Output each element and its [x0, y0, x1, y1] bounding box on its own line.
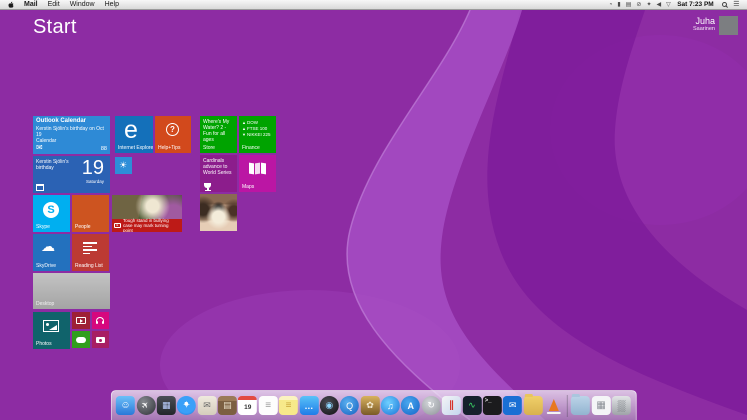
skype-icon: S: [43, 202, 59, 218]
camera-icon: [96, 337, 105, 343]
tile-people[interactable]: People: [72, 195, 109, 232]
dock-contacts-icon[interactable]: ▤: [217, 396, 237, 415]
tile-outlook-calendar[interactable]: Outlook Calendar Kerstin Sjölin's birthd…: [33, 116, 110, 154]
dock-reminders-icon[interactable]: ≡: [258, 396, 278, 415]
dock-mail-icon[interactable]: ✉: [197, 396, 217, 415]
dock-launchpad-icon[interactable]: ✈: [136, 396, 156, 415]
menu-help[interactable]: Help: [100, 0, 124, 10]
dock-terminal-icon[interactable]: >_: [482, 396, 502, 415]
dock-itunes-icon[interactable]: ♫: [380, 396, 400, 415]
dock-vlc-icon[interactable]: [544, 396, 563, 415]
tile-reading-list[interactable]: Reading List: [72, 234, 109, 271]
tile-store[interactable]: Where's My Water? 2 - Fun for all ages S…: [200, 116, 237, 153]
finance-quote-dow: ▲DOW: [242, 120, 258, 125]
menu-window[interactable]: Window: [65, 0, 100, 10]
headphones-icon: [96, 317, 104, 324]
dock-photo-booth-icon[interactable]: ◉: [319, 396, 339, 415]
macos-dock: ☺ ✈ ▦ ✧ ✉ ▤ 19 ≡ ≡ … ◉ Q ✿ ♫ A ↻ ∥ ∿ >_ …: [110, 390, 637, 420]
tile-news[interactable]: ▸ Tough stand in bullying case may mark …: [112, 195, 182, 232]
news-headline: Tough stand in bullying case may mark tu…: [123, 218, 169, 232]
menu-bar-status-area: ◔ ▮ ▤ ⊘ ✦ ◀ ▽ Sat 7:23 PM ☰: [606, 0, 742, 10]
unread-count-badge: 88: [100, 146, 107, 152]
tile-sports[interactable]: Cardinals advance to World Series: [200, 155, 237, 192]
tile-calendar[interactable]: Kerstin Sjölin's birthday 19 Saturday: [33, 156, 110, 193]
spotlight-icon[interactable]: [721, 2, 727, 7]
tile-camera[interactable]: [92, 331, 109, 348]
trophy-icon: [204, 183, 211, 191]
cloud-icon: ☁: [41, 238, 55, 254]
map-icon: [249, 162, 266, 175]
menu-mail[interactable]: Mail: [19, 0, 43, 10]
dock-quicktime-icon[interactable]: Q: [340, 396, 360, 415]
outlook-event-source: Calendar: [36, 138, 57, 144]
help-question-icon: ?: [166, 123, 179, 136]
tile-video[interactable]: [72, 312, 90, 329]
news-video-icon: ▸: [114, 223, 121, 228]
user-avatar: [719, 16, 738, 35]
dock-messages-icon[interactable]: …: [299, 396, 319, 415]
calendar-event-text: Kerstin Sjölin's birthday: [36, 159, 69, 171]
battery-icon[interactable]: ▮: [617, 0, 620, 10]
reading-list-icon: [83, 242, 97, 256]
tile-skype[interactable]: S Skype: [33, 195, 70, 232]
outlook-event-text: Kerstin Sjölin's birthday on Oct 19: [36, 126, 104, 138]
dock-documents-stack-icon[interactable]: ▦: [591, 396, 611, 415]
desktop-screen: Mail Edit Window Help ◔ ▮ ▤ ⊘ ✦ ◀ ▽ Sat …: [0, 0, 747, 420]
tile-maps[interactable]: Maps: [239, 155, 276, 192]
input-source-icon[interactable]: ▽: [666, 0, 671, 10]
dock-software-update-icon[interactable]: ↻: [421, 396, 441, 415]
dock-downloads-folder-icon[interactable]: [571, 394, 591, 415]
apple-menu-icon[interactable]: [7, 1, 15, 9]
dock-trash-icon[interactable]: ▒: [612, 396, 631, 415]
dock-mission-control-icon[interactable]: ▦: [156, 396, 176, 415]
tile-help-tips[interactable]: ? Help+Tips: [155, 116, 191, 153]
do-not-disturb-icon[interactable]: ⊘: [636, 0, 641, 10]
dock-outlook-icon[interactable]: ✉: [503, 396, 523, 415]
tile-photo-ballet[interactable]: [200, 194, 237, 231]
bluetooth-icon[interactable]: ✦: [646, 0, 651, 10]
game-controller-icon: [76, 337, 86, 343]
dock-app-store-icon[interactable]: A: [401, 396, 421, 415]
dock-activity-monitor-icon[interactable]: ∿: [462, 396, 482, 415]
tile-skydrive[interactable]: ☁ SkyDrive: [33, 234, 70, 271]
tile-photos[interactable]: Photos: [33, 312, 70, 349]
time-machine-icon[interactable]: ◔: [609, 0, 613, 10]
user-account-button[interactable]: Juha Saarinen: [693, 16, 738, 35]
menu-bar-clock[interactable]: Sat 7:23 PM: [677, 1, 714, 8]
calendar-day: 19: [81, 157, 104, 179]
volume-icon[interactable]: ◀: [656, 0, 661, 10]
tile-games[interactable]: [72, 331, 90, 348]
dock-parallels-desktop-icon[interactable]: ∥: [442, 396, 461, 415]
tile-finance[interactable]: ▲DOW ▲FTSE 100 ▼NIKKEI 225 Finance: [239, 116, 276, 153]
internet-explorer-icon: e: [124, 116, 138, 144]
airplay-display-icon[interactable]: ▤: [626, 0, 632, 10]
dock-notes-icon[interactable]: ≡: [279, 396, 298, 415]
tile-weather[interactable]: ☀: [115, 157, 132, 174]
calendar-weekday: Saturday: [85, 179, 104, 184]
video-icon: [76, 317, 86, 324]
news-caption: ▸ Tough stand in bullying case may mark …: [112, 218, 182, 232]
tile-internet-explorer[interactable]: e Internet Explorer: [115, 116, 153, 153]
start-screen-title: Start: [33, 16, 77, 38]
macos-menu-bar: Mail Edit Window Help ◔ ▮ ▤ ⊘ ✦ ◀ ▽ Sat …: [0, 0, 747, 10]
dock-iphoto-icon[interactable]: ✿: [360, 396, 380, 415]
menu-edit[interactable]: Edit: [43, 0, 65, 10]
sports-headline: Cardinals advance to World Series: [203, 158, 232, 176]
user-name: Juha Saarinen: [692, 16, 715, 33]
dock-documents-folder-icon[interactable]: [523, 394, 543, 415]
dock-safari-icon[interactable]: ✧: [177, 396, 197, 415]
notification-center-icon[interactable]: ☰: [733, 0, 739, 10]
tile-music[interactable]: [92, 312, 109, 329]
calendar-icon: [36, 184, 44, 191]
dock-calendar-icon[interactable]: 19: [238, 396, 258, 415]
finance-quote-ftse: ▲FTSE 100: [242, 126, 268, 131]
photos-icon: [43, 320, 59, 332]
dock-finder-icon[interactable]: ☺: [116, 396, 135, 415]
finance-quote-nikkei: ▼NIKKEI 225: [242, 132, 271, 137]
store-headline: Where's My Water? 2 - Fun for all ages: [203, 119, 230, 143]
mail-icon: ✉: [36, 143, 43, 152]
sun-icon: ☀: [119, 160, 128, 170]
tile-desktop[interactable]: Desktop: [33, 273, 110, 309]
dock-divider: [566, 394, 568, 417]
